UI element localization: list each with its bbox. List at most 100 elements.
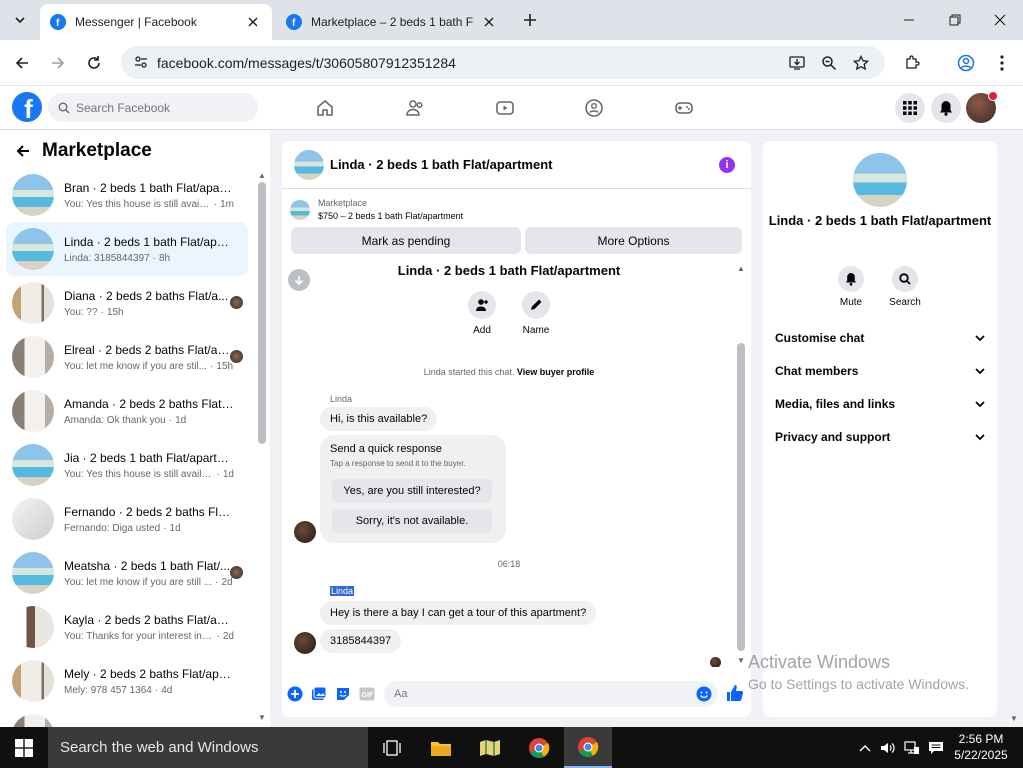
- conversation-item[interactable]: Elreal · 2 beds 2 baths Flat/ap... You: l…: [6, 330, 248, 384]
- plus-circle-icon[interactable]: [286, 685, 304, 703]
- reload-button[interactable]: [82, 51, 106, 75]
- show-hidden-icons[interactable]: [854, 727, 876, 768]
- task-view-button[interactable]: [368, 727, 416, 768]
- scrollbar-thumb[interactable]: [258, 182, 266, 444]
- file-explorer-app[interactable]: [417, 727, 465, 768]
- menu-grid-button[interactable]: [895, 93, 925, 123]
- network-button[interactable]: [901, 727, 923, 768]
- more-options-button[interactable]: More Options: [525, 227, 742, 254]
- scroll-up-arrow[interactable]: ▲: [258, 172, 266, 180]
- listing-summary[interactable]: Marketplace $750 – 2 beds 1 bath Flat/ap…: [290, 197, 463, 223]
- conversation-item[interactable]: Amanda · 2 beds 2 baths Flat/a... Amanda:…: [6, 384, 248, 438]
- chat-scrollbar-thumb[interactable]: [737, 343, 745, 651]
- volume-button[interactable]: [877, 727, 899, 768]
- browser-menu-button[interactable]: [990, 51, 1014, 75]
- address-bar[interactable]: facebook.com/messages/t/3060580791235128…: [121, 46, 885, 79]
- notifications-button[interactable]: [931, 93, 961, 123]
- taskbar-search-text: Search the web and Windows: [60, 739, 259, 756]
- home-icon[interactable]: [310, 93, 340, 123]
- emoji-icon[interactable]: [696, 686, 712, 705]
- media-files-links-row[interactable]: Media, files and links: [775, 393, 985, 415]
- search-in-chat-button[interactable]: Search: [883, 266, 927, 308]
- photo-icon[interactable]: [310, 685, 328, 703]
- site-info-icon[interactable]: [133, 54, 149, 73]
- tab-messenger[interactable]: f Messenger | Facebook: [40, 4, 272, 40]
- minimize-button[interactable]: [886, 0, 932, 40]
- chat-title[interactable]: Linda · 2 beds 1 bath Flat/apartment: [330, 157, 552, 172]
- conversation-item[interactable]: Jia · 2 beds 1 bath Flat/apartment You: Y…: [6, 438, 248, 492]
- account-avatar[interactable]: [966, 91, 998, 123]
- scroll-down-arrow[interactable]: ▼: [258, 714, 266, 722]
- conversation-item[interactable]: Fernando · 2 beds 2 baths Flat/... Fernan…: [6, 492, 248, 546]
- listing-thumbnail[interactable]: [294, 149, 324, 180]
- conversation-item[interactable]: Bran · 2 beds 1 bath Flat/apart... You: Y…: [6, 168, 248, 222]
- watch-icon[interactable]: [490, 93, 520, 123]
- name-button[interactable]: Name: [516, 291, 556, 336]
- facebook-search-input[interactable]: [76, 100, 236, 115]
- sticker-icon[interactable]: [334, 685, 352, 703]
- close-tab-icon[interactable]: [480, 13, 498, 31]
- task-view-icon: [383, 739, 401, 756]
- facebook-logo[interactable]: f: [12, 92, 42, 122]
- quick-reply-no-button[interactable]: Sorry, it's not available.: [332, 509, 492, 533]
- message-input-box[interactable]: [384, 681, 718, 707]
- add-person-icon: [476, 299, 488, 311]
- forward-button[interactable]: [46, 51, 70, 75]
- restore-button[interactable]: [932, 0, 978, 40]
- chevron-down-icon: [975, 434, 985, 441]
- close-tab-icon[interactable]: [244, 13, 262, 31]
- facebook-favicon-icon: f: [50, 14, 66, 30]
- view-buyer-profile-link[interactable]: View buyer profile: [517, 367, 594, 377]
- message-bubble[interactable]: Hey is there a bay I can get a tour of t…: [320, 601, 597, 625]
- close-window-button[interactable]: [977, 0, 1023, 40]
- gif-icon[interactable]: GIF: [358, 685, 376, 703]
- groups-icon[interactable]: [579, 93, 609, 123]
- buyer-avatar[interactable]: [294, 632, 316, 654]
- listing-avatar[interactable]: [853, 153, 907, 207]
- zoom-icon[interactable]: [818, 52, 840, 74]
- quick-reply-yes-button[interactable]: Yes, are you still interested?: [332, 479, 492, 503]
- mute-button[interactable]: Mute: [829, 266, 873, 308]
- install-app-icon[interactable]: [786, 52, 808, 74]
- back-arrow-icon[interactable]: [12, 140, 34, 162]
- conversation-item[interactable]: Mely · 2 beds 2 baths Flat/apart... Mely:…: [6, 654, 248, 708]
- profile-button[interactable]: [954, 51, 978, 75]
- taskbar-search[interactable]: Search the web and Windows: [48, 727, 368, 768]
- privacy-support-row[interactable]: Privacy and support: [775, 426, 985, 448]
- conversation-item[interactable]: Meatsha · 2 beds 1 bath Flat/... You: let…: [6, 546, 248, 600]
- gaming-icon[interactable]: [669, 93, 699, 123]
- chrome-app-active[interactable]: [564, 727, 612, 768]
- bookmark-star-icon[interactable]: [850, 52, 872, 74]
- conversation-time-sep: ·: [213, 198, 218, 210]
- mark-pending-button[interactable]: Mark as pending: [291, 227, 521, 254]
- info-icon[interactable]: i: [719, 157, 735, 173]
- grid-icon: [903, 101, 917, 115]
- conversation-item[interactable]: Diana · 2 beds 2 baths Flat/a... You: ?? ·…: [6, 276, 248, 330]
- message-bubble[interactable]: Hi, is this available?: [320, 407, 438, 431]
- conversation-item[interactable]: Valerin · 2 beds 2 baths Flat/ap...: [6, 708, 248, 727]
- tab-search-button[interactable]: [8, 8, 32, 32]
- taskbar-clock[interactable]: 2:56 PM 5/22/2025: [944, 731, 1018, 763]
- message-bubble[interactable]: 3185844397: [320, 629, 402, 653]
- page-scroll-down-arrow[interactable]: ▼: [1010, 714, 1018, 723]
- conversation-item[interactable]: Linda · 2 beds 1 bath Flat/apart... Linda…: [6, 222, 248, 276]
- maps-app[interactable]: [466, 727, 514, 768]
- back-button[interactable]: [10, 51, 34, 75]
- chevron-down-icon: [975, 401, 985, 408]
- buyer-avatar[interactable]: [294, 521, 316, 543]
- message-input[interactable]: [394, 688, 674, 700]
- facebook-search-box[interactable]: [48, 93, 258, 122]
- chat-members-row[interactable]: Chat members: [775, 360, 985, 382]
- friends-icon[interactable]: [400, 93, 430, 123]
- scroll-up-arrow[interactable]: ▲: [737, 265, 745, 273]
- customise-chat-row[interactable]: Customise chat: [775, 327, 985, 349]
- start-button[interactable]: [0, 727, 48, 768]
- add-button[interactable]: Add: [462, 291, 502, 336]
- chrome-app[interactable]: [515, 727, 563, 768]
- new-tab-button[interactable]: [519, 9, 541, 31]
- extensions-button[interactable]: [900, 51, 924, 75]
- conversation-item[interactable]: Kayla · 2 beds 2 baths Flat/apar... You: …: [6, 600, 248, 654]
- scroll-down-arrow[interactable]: ▼: [737, 657, 745, 665]
- tab-marketplace[interactable]: f Marketplace – 2 beds 1 bath Fla: [276, 4, 508, 40]
- thumbs-up-icon[interactable]: [726, 684, 744, 702]
